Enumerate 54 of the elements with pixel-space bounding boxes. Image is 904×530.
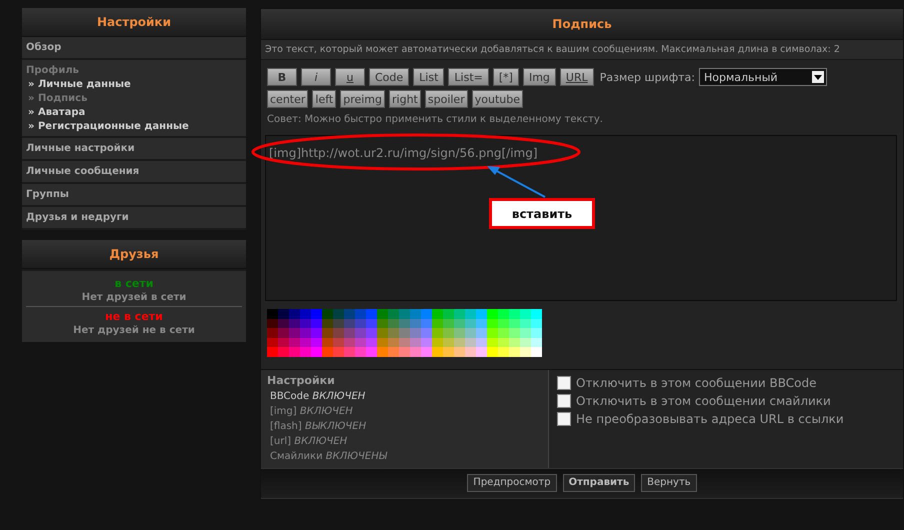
empty-text: Нет друзей не в сети (73, 325, 195, 336)
format-button[interactable]: youtube (472, 90, 523, 108)
form-button[interactable]: Отправить (562, 474, 636, 492)
settings-title: Настройки (267, 374, 336, 387)
sidebar-link[interactable]: » Личные данные (26, 79, 242, 90)
font-size-label: Размер шрифта: (600, 70, 695, 84)
format-button[interactable]: i (301, 68, 331, 86)
sidebar-link[interactable]: » Подпись (26, 93, 242, 104)
sidebar-link[interactable]: » Аватара (26, 107, 242, 118)
format-button[interactable]: List= (448, 68, 489, 86)
friends-status: в сети (114, 277, 154, 290)
format-button[interactable]: u (335, 68, 365, 86)
friends-status: не в сети (105, 310, 163, 323)
format-button[interactable]: URL (560, 68, 594, 86)
sidebar-link[interactable]: » Регистрационные данные (26, 121, 242, 132)
sidebar-item[interactable]: Обзор (22, 37, 246, 60)
option-checkbox[interactable]: Не преобразовывать адреса URL в ссылки (557, 412, 895, 426)
panel-header: Подпись (261, 9, 903, 40)
format-button[interactable]: center (267, 90, 308, 108)
format-button[interactable]: spoiler (424, 90, 468, 108)
checkbox-icon[interactable] (557, 412, 571, 426)
sidebar-item[interactable]: Личные настройки (22, 138, 246, 161)
sidebar-item[interactable]: Личные сообщения (22, 161, 246, 184)
sidebar-item[interactable]: Группы (22, 184, 246, 207)
friends-header: Друзья (22, 240, 246, 269)
description-text: Это текст, который может автоматически добавляться к вашим сообщениям. Максимальная длина в символах: 2 (261, 40, 903, 60)
form-button[interactable]: Вернуть (641, 474, 697, 492)
checkbox-icon[interactable] (557, 376, 571, 390)
format-button[interactable]: preimg (340, 90, 386, 108)
hint-text: Совет: Можно быстро применить стили к выделенному тексту. (267, 114, 604, 125)
empty-text: Нет друзей в сети (82, 292, 186, 303)
format-button[interactable]: left (312, 90, 336, 108)
checkbox-icon[interactable] (557, 394, 571, 408)
setting-status: [img] ВКЛЮЧЕН (269, 406, 354, 417)
setting-status: [flash] ВЫКЛЮЧЕН (269, 420, 368, 432)
callout-label: вставить (489, 198, 595, 229)
section-label: Профиль (26, 65, 80, 76)
setting-status: Смайлики ВКЛЮЧЕНЫ (269, 450, 388, 462)
form-button[interactable]: Предпросмотр (467, 474, 557, 492)
option-checkbox[interactable]: Отключить в этом сообщении смайлики (557, 394, 895, 408)
setting-status: BBCode ВКЛЮЧЕН (269, 390, 366, 402)
format-button[interactable]: right (389, 90, 421, 108)
sidebar-item[interactable]: Друзья и недруги (22, 207, 246, 230)
arrow-icon (485, 165, 547, 198)
font-size-select[interactable]: Нормальный (698, 68, 827, 86)
option-checkbox[interactable]: Отключить в этом сообщении BBCode (557, 376, 895, 390)
format-button[interactable]: Img (522, 68, 556, 86)
caret-icon (812, 71, 824, 83)
format-button[interactable]: Code (369, 68, 410, 86)
format-button[interactable]: [*] (492, 68, 519, 86)
setting-status: [url] ВКЛЮЧЕН (269, 436, 348, 447)
format-button[interactable]: List (413, 68, 444, 86)
sidebar-header: Настройки (22, 8, 246, 37)
format-button[interactable]: B (267, 68, 297, 86)
